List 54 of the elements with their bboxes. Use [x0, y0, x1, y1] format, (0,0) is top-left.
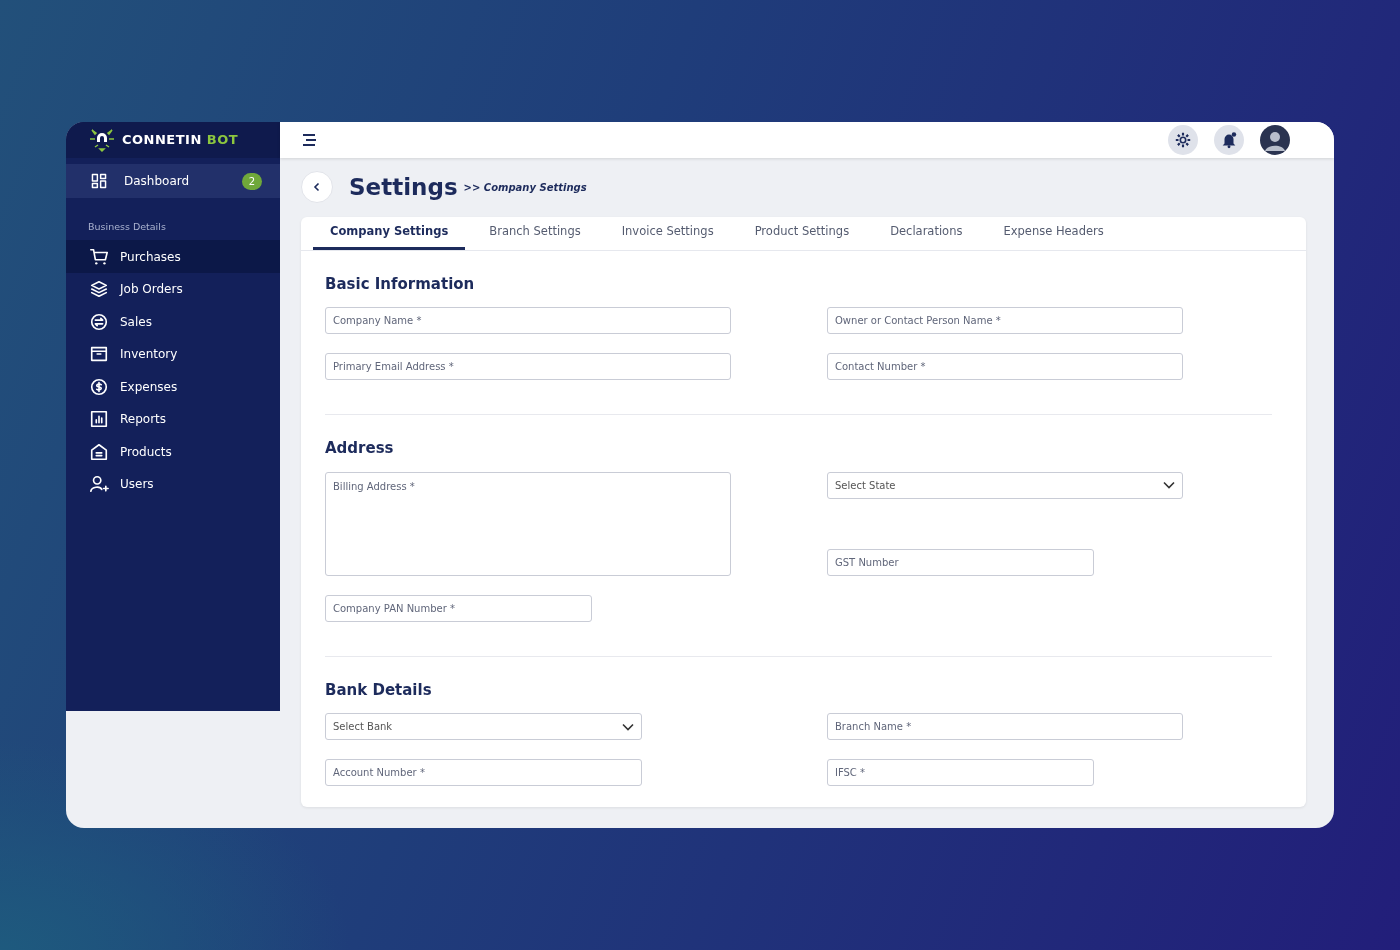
chevron-left-icon — [312, 182, 322, 193]
chevron-down-icon — [622, 722, 634, 731]
page-title: Settings — [349, 173, 458, 202]
cart-icon — [89, 246, 109, 267]
exchange-icon — [89, 311, 109, 332]
input-field[interactable]: GST Number — [827, 548, 1094, 576]
package-icon — [89, 441, 109, 462]
tab[interactable]: Declarations — [873, 216, 980, 250]
settings-button[interactable] — [1168, 125, 1198, 155]
back-button[interactable] — [301, 171, 333, 204]
tab[interactable]: Invoice Settings — [604, 216, 731, 250]
tab[interactable]: Branch Settings — [472, 216, 598, 250]
report-icon — [89, 409, 109, 429]
logo-icon — [88, 127, 116, 153]
select-dropdown[interactable]: Select Bank — [325, 713, 642, 740]
chevron-down-icon — [1163, 481, 1175, 489]
sidebar-item[interactable]: Expenses — [66, 370, 280, 403]
sidebar-item[interactable]: Inventory — [66, 337, 280, 371]
coin-icon — [89, 376, 109, 397]
archive-icon — [89, 344, 109, 364]
input-field[interactable]: Contact Number * — [827, 353, 1183, 380]
input-field[interactable]: Owner or Contact Person Name * — [827, 307, 1183, 334]
input-field[interactable]: IFSC * — [827, 759, 1094, 786]
sidebar-item[interactable]: Sales — [66, 305, 280, 338]
input-field[interactable]: Branch Name * — [827, 713, 1183, 740]
grid-icon — [90, 172, 108, 190]
sidebar-item[interactable]: Users — [66, 467, 280, 501]
text-area[interactable]: Billing Address * — [325, 471, 731, 576]
menu-icon — [302, 133, 318, 147]
sidebar-item[interactable]: Job Orders — [66, 272, 280, 306]
select-dropdown[interactable]: Select State — [827, 471, 1183, 499]
brand-name: CONNETIN BOT — [122, 131, 239, 150]
input-field[interactable]: Company Name * — [325, 307, 731, 334]
notifications-button[interactable] — [1214, 125, 1244, 155]
avatar-icon — [1260, 125, 1290, 155]
tab[interactable]: Company Settings — [313, 216, 466, 250]
count-badge: 2 — [241, 172, 262, 190]
sidebar-item[interactable]: Purchases — [66, 240, 280, 273]
gear-icon — [1174, 131, 1192, 149]
dashboard-item[interactable]: Dashboard 2 — [66, 164, 280, 198]
add-user-icon — [89, 474, 109, 494]
sidebar-item[interactable]: Products — [66, 435, 280, 468]
section-heading: Basic Information — [325, 273, 476, 295]
section-label: Business Details — [87, 220, 167, 234]
section-heading: Bank Details — [325, 679, 433, 701]
section-heading: Address — [325, 438, 395, 459]
input-field[interactable]: Company PAN Number * — [325, 594, 592, 622]
tab[interactable]: Product Settings — [737, 216, 867, 250]
input-field[interactable]: Primary Email Address * — [325, 353, 731, 380]
sidebar-item[interactable]: Reports — [66, 402, 280, 436]
breadcrumb: >> Company Settings — [463, 180, 587, 195]
input-field[interactable]: Account Number * — [325, 759, 642, 786]
layers-icon — [89, 279, 109, 299]
tab[interactable]: Expense Headers — [986, 216, 1121, 250]
